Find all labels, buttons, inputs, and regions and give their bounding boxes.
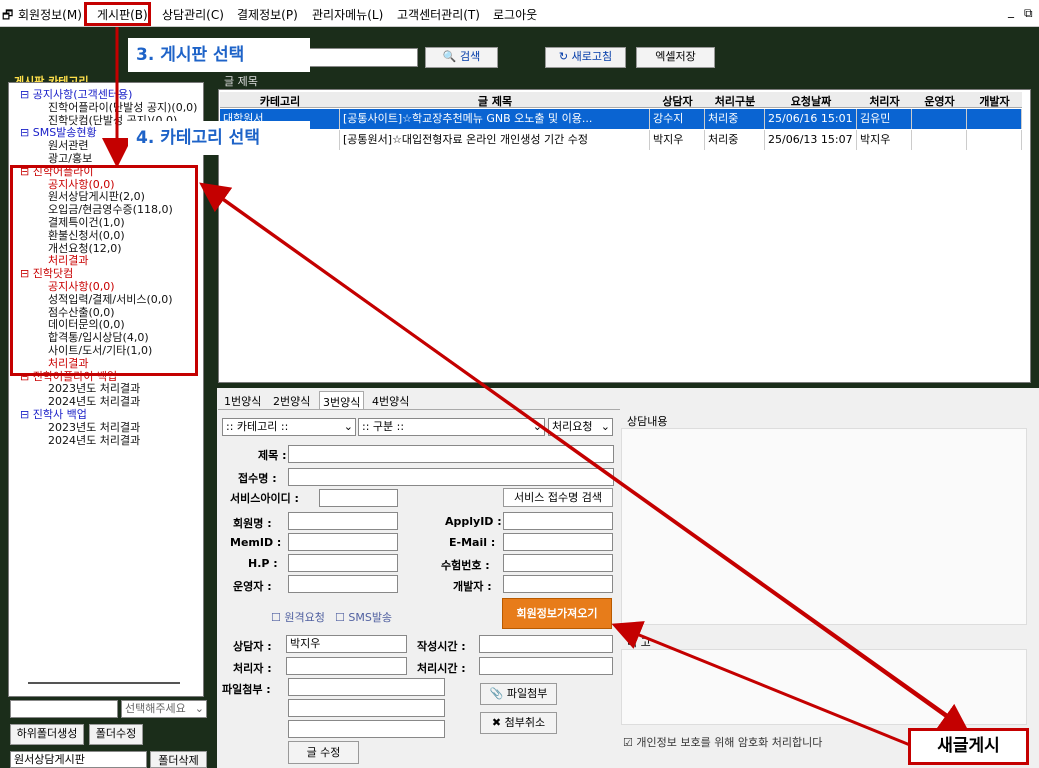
arrow-to-new-post — [204, 184, 970, 734]
arrow-to-fetch — [611, 621, 911, 747]
step3-callout: 3. 게시판 선택 — [128, 38, 310, 72]
app-window: 🗗 회원정보(M) 게시판(B) 상담관리(C) 결제정보(P) 관리자메뉴(L… — [0, 0, 1039, 768]
step4-callout: 4. 카테고리 선택 — [128, 121, 310, 155]
new-post-button[interactable]: 새글게시 — [908, 728, 1029, 765]
annotation-arrows — [102, 27, 970, 747]
